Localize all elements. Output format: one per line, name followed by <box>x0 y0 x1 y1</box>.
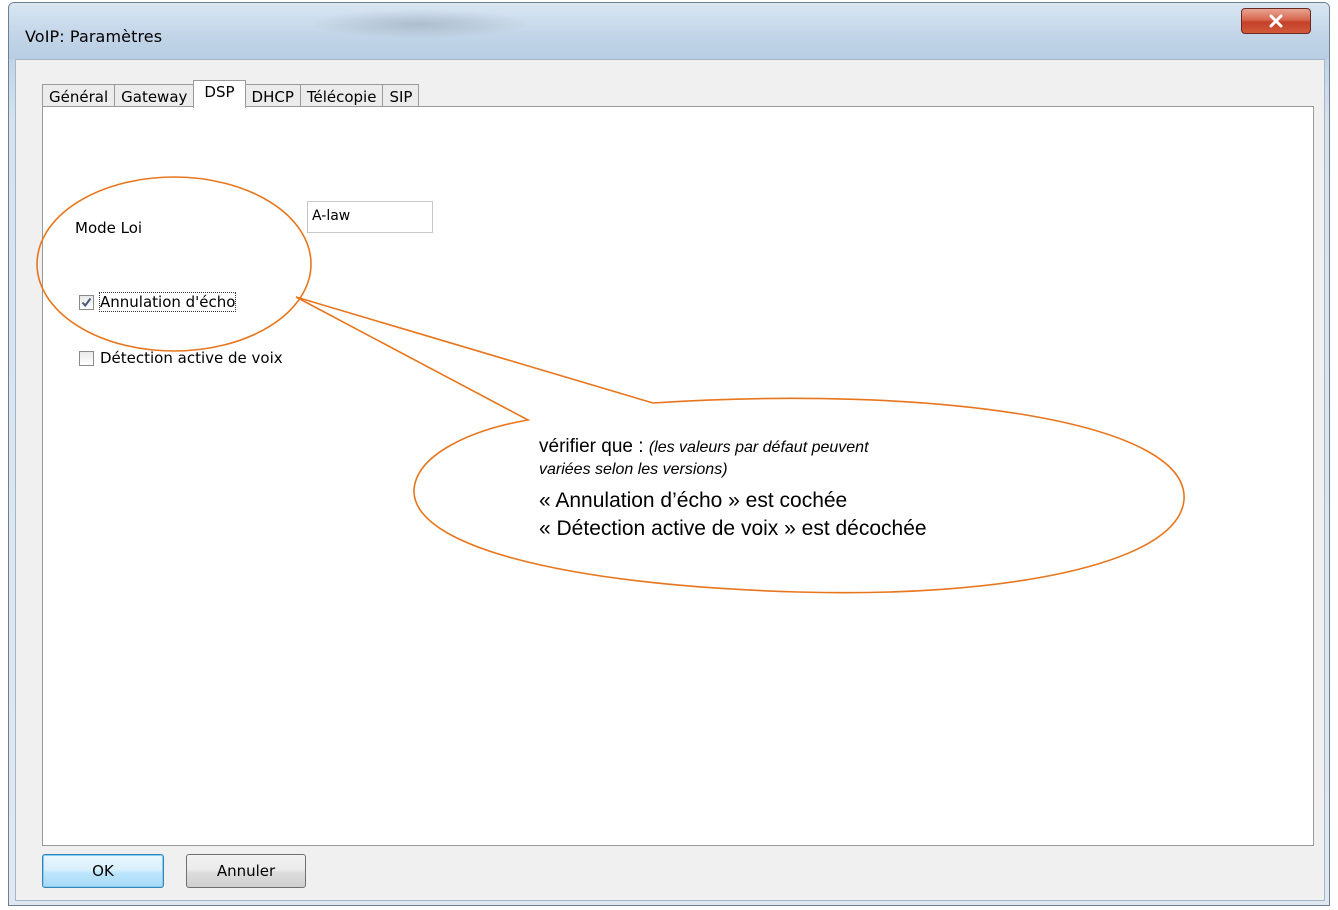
tab-gateway[interactable]: Gateway <box>114 84 195 108</box>
tab-sip[interactable]: SIP <box>382 84 420 108</box>
callout-note: (les valeurs par défaut peuvent <box>648 439 869 456</box>
callout-text: vérifier que : (les valeurs par défaut p… <box>539 436 1059 543</box>
cancel-button[interactable]: Annuler <box>186 854 306 888</box>
close-icon <box>1269 14 1283 28</box>
echo-cancellation-checkbox[interactable] <box>79 294 94 310</box>
mode-loi-input[interactable]: A-law <box>307 201 433 233</box>
voice-activity-label: Détection active de voix <box>100 349 283 367</box>
tab-dhcp[interactable]: DHCP <box>244 84 301 108</box>
checkmark-icon <box>81 297 92 307</box>
tab-dsp[interactable]: DSP <box>193 80 246 108</box>
mode-loi-label: Mode Loi <box>75 219 143 237</box>
tab-general[interactable]: Général <box>42 84 116 108</box>
callout-line-vad: « Détection active de voix » est décoché… <box>539 517 927 540</box>
ok-button[interactable]: OK <box>42 854 164 888</box>
window-title: VoIP: Paramètres <box>25 27 163 46</box>
title-bar[interactable]: VoIP: Paramètres <box>9 3 1329 59</box>
echo-cancellation-label: Annulation d'écho <box>98 292 237 312</box>
tab-telecopie[interactable]: Télécopie <box>299 84 384 108</box>
callout-intro: vérifier que : <box>539 436 644 457</box>
echo-cancellation-option[interactable]: Annulation d'écho <box>79 292 237 312</box>
callout-note-2: variées selon les versions) <box>539 461 728 478</box>
callout-line-echo: « Annulation d’écho » est cochée <box>539 489 848 512</box>
tab-strip: Général Gateway DSP DHCP Télécopie SIP <box>42 80 420 108</box>
voice-activity-checkbox[interactable] <box>79 350 94 366</box>
close-button[interactable] <box>1241 8 1311 34</box>
voice-activity-option[interactable]: Détection active de voix <box>79 349 283 367</box>
